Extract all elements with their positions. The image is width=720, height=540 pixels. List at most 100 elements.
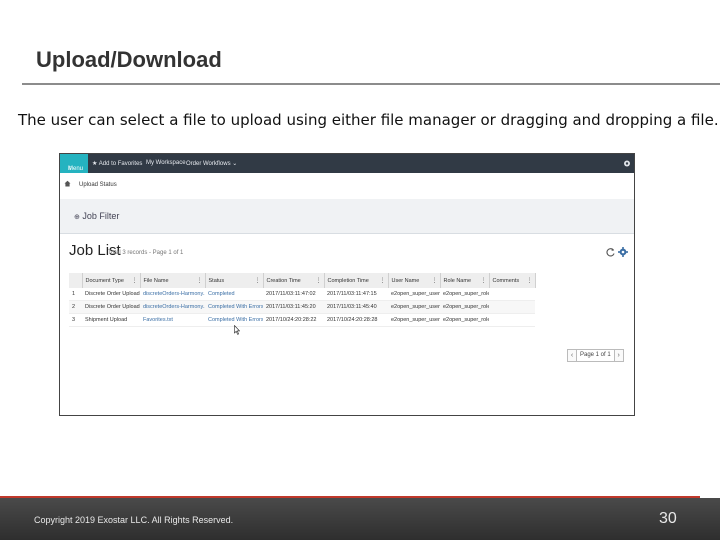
- column-header[interactable]: Document Type ⋮: [82, 273, 141, 288]
- copyright-text: Copyright 2019 Exostar LLC. All Rights R…: [34, 515, 234, 525]
- column-header[interactable]: Comments ⋮: [489, 273, 536, 288]
- cell-text: 2017/11/03:11:47:02: [266, 291, 316, 297]
- table-cell: 2: [69, 300, 82, 314]
- column-header-label: Status: [208, 277, 225, 284]
- add-favorites-button[interactable]: ★ Add to Favorites: [92, 160, 142, 167]
- table-cell: e2open_super_user: [388, 300, 440, 314]
- column-header[interactable]: File Name ⋮: [140, 273, 206, 288]
- cell-link[interactable]: discreteOrders-Harmony...: [143, 291, 205, 297]
- settings-icon[interactable]: [623, 159, 631, 168]
- column-menu-icon[interactable]: ⋮: [255, 277, 261, 284]
- add-favorites-label: Add to Favorites: [98, 161, 143, 167]
- table-cell: e2open_super_user: [388, 313, 440, 327]
- column-menu-icon[interactable]: ⋮: [380, 277, 386, 284]
- pagination: ‹ Page 1 of 1 ›: [567, 348, 624, 362]
- column-header-label: Role Name: [443, 277, 472, 284]
- table-cell: Shipment Upload: [82, 313, 140, 327]
- mouse-cursor-icon: [234, 325, 240, 335]
- table-row[interactable]: 1 Discrete Order Upload discreteOrders-Har…: [69, 288, 535, 301]
- star-icon: ★: [92, 161, 98, 167]
- table-cell[interactable]: Completed With Errors: [205, 300, 263, 314]
- table-cell: 2017/11/03:11:47:02: [263, 288, 324, 301]
- cell-text: 2017/11/03:11:45:20: [266, 304, 316, 310]
- table-cell: [489, 300, 535, 314]
- table-cell: e2open_super_role: [440, 313, 489, 327]
- table-cell: 2017/11/03:11:45:20: [263, 300, 324, 314]
- cell-text: 2017/11/03:11:45:40: [327, 304, 377, 310]
- column-menu-icon[interactable]: ⋮: [527, 277, 533, 284]
- table-cell: [489, 313, 535, 327]
- chevron-right-icon: ›: [617, 351, 620, 359]
- cell-text: Shipment Upload: [85, 317, 128, 323]
- table-header-row: Document Type ⋮ File Name ⋮ Status ⋮ Creation …: [69, 273, 536, 288]
- table-cell: [489, 288, 535, 301]
- refresh-icon[interactable]: [605, 247, 616, 258]
- table-cell: Discrete Order Upload: [82, 300, 140, 314]
- cell-link[interactable]: discreteOrders-Harmony...: [143, 304, 205, 310]
- app-topbar: ≡ Menu ★ Add to Favorites My Workspace O…: [60, 154, 634, 173]
- menu-button[interactable]: ≡ Menu: [60, 154, 88, 173]
- slide-title: Upload/Download: [36, 47, 222, 72]
- table-cell[interactable]: discreteOrders-Harmony...: [140, 300, 205, 314]
- cell-text: e2open_super_user: [391, 291, 440, 297]
- column-header[interactable]: Creation Time ⋮: [263, 273, 325, 288]
- table-cell: Discrete Order Upload: [82, 288, 140, 301]
- table-cell: 1: [69, 288, 82, 301]
- cell-link[interactable]: Favorites.txt: [143, 317, 173, 323]
- order-workflows-label: Order Workflows: [186, 161, 231, 167]
- breadcrumb-upload-status[interactable]: Upload Status: [79, 182, 117, 188]
- workspace-link[interactable]: My Workspace: [146, 160, 186, 166]
- app-screenshot: ≡ Menu ★ Add to Favorites My Workspace O…: [59, 153, 635, 416]
- column-menu-icon[interactable]: ⋮: [132, 277, 138, 284]
- table-cell: e2open_super_user: [388, 288, 440, 301]
- cell-text: e2open_super_user: [391, 317, 440, 323]
- prev-page-button[interactable]: ‹: [567, 348, 577, 362]
- table-cell: 3: [69, 313, 82, 327]
- cell-link[interactable]: Completed: [208, 291, 235, 297]
- cell-text: e2open_super_user: [391, 304, 440, 310]
- gear-icon[interactable]: [618, 247, 628, 257]
- menu-label: Menu: [68, 166, 84, 172]
- column-header[interactable]: Completion Time ⋮: [324, 273, 389, 288]
- table-cell: 2017/11/03:11:45:40: [324, 300, 388, 314]
- cell-text: 2017/10/24:20:28:22: [266, 317, 317, 323]
- column-header[interactable]: Role Name ⋮: [440, 273, 490, 288]
- cell-text: 2017/10/24:20:28:28: [327, 317, 378, 323]
- cell-text: 2: [72, 304, 76, 310]
- next-page-button[interactable]: ›: [613, 348, 624, 362]
- table-cell[interactable]: Favorites.txt: [140, 313, 205, 327]
- column-header[interactable]: Status ⋮: [205, 273, 264, 288]
- column-menu-icon[interactable]: ⋮: [197, 277, 203, 284]
- job-list-table: Document Type ⋮ File Name ⋮ Status ⋮ Creation …: [69, 273, 536, 327]
- column-menu-icon[interactable]: ⋮: [481, 277, 487, 284]
- cell-link[interactable]: Completed With Errors: [208, 304, 263, 310]
- cell-link[interactable]: Completed With Errors: [208, 317, 263, 323]
- table-cell[interactable]: Completed: [205, 288, 263, 301]
- cell-text: e2open_super_role: [443, 304, 489, 310]
- table-cell: e2open_super_role: [440, 300, 489, 314]
- column-header-label: Document Type: [85, 277, 124, 284]
- page-number: 30: [659, 510, 677, 527]
- cell-text: e2open_super_role: [443, 291, 489, 297]
- order-workflows-menu[interactable]: Order Workflows ⌄: [186, 160, 237, 167]
- table-row[interactable]: 2 Discrete Order Upload discreteOrders-Har…: [69, 300, 535, 314]
- column-header[interactable]: User Name ⋮: [388, 273, 441, 288]
- table-cell[interactable]: discreteOrders-Harmony...: [140, 288, 205, 301]
- column-header-label: User Name: [391, 277, 420, 284]
- column-menu-icon[interactable]: ⋮: [432, 277, 438, 284]
- column-header-label: File Name: [143, 277, 169, 284]
- job-list-summary: Total 3 records - Page 1 of 1: [108, 250, 184, 256]
- slide-subtitle: The user can select a file to upload usi…: [18, 111, 719, 129]
- column-header[interactable]: [69, 273, 83, 288]
- job-filter-panel[interactable]: ⊕ Job Filter: [60, 199, 634, 234]
- chevron-down-icon: ⌄: [232, 161, 238, 167]
- cell-text: Discrete Order Upload: [85, 304, 140, 310]
- footer: Copyright 2019 Exostar LLC. All Rights R…: [0, 498, 720, 540]
- home-icon[interactable]: [64, 180, 71, 187]
- cell-text: 2017/11/03:11:47:15: [327, 291, 377, 297]
- column-menu-icon[interactable]: ⋮: [316, 277, 322, 284]
- workspace-label: My Workspace: [146, 160, 186, 166]
- expand-icon[interactable]: ⊕: [74, 214, 80, 221]
- table-row[interactable]: 3 Shipment Upload Favorites.txt Completed W…: [69, 313, 535, 327]
- title-divider: [22, 83, 720, 85]
